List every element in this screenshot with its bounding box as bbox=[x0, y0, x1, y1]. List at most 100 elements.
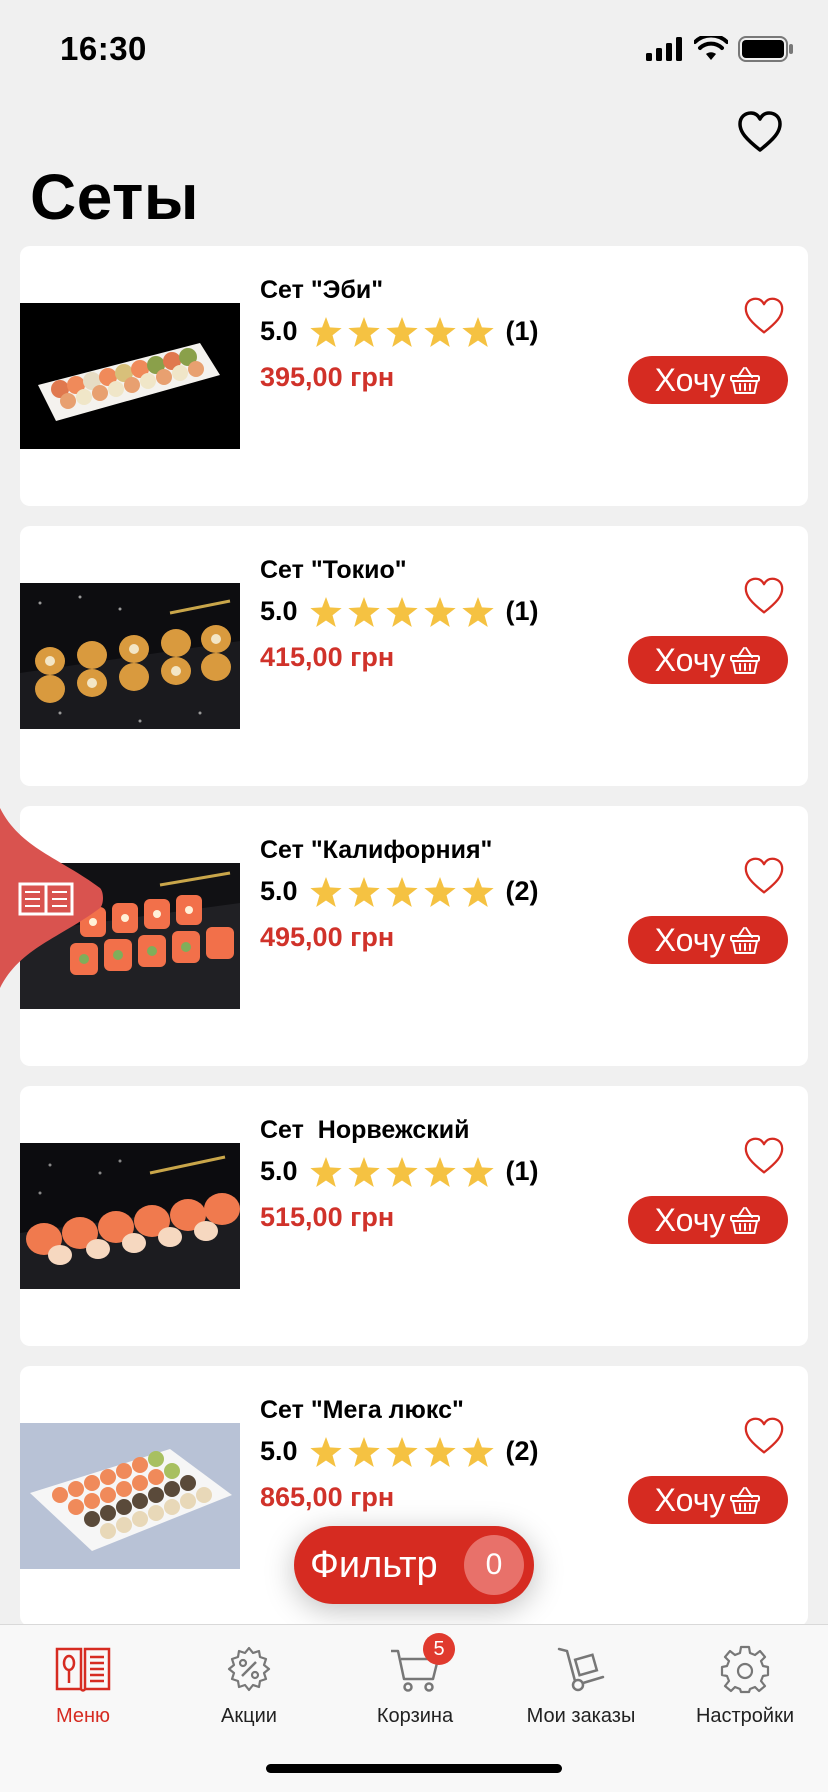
gear-icon bbox=[720, 1639, 770, 1699]
want-button[interactable]: Хочу bbox=[628, 916, 788, 964]
want-button-label: Хочу bbox=[654, 1201, 726, 1238]
tab-menu-label: Меню bbox=[55, 1705, 111, 1727]
status-bar: 16:30 bbox=[0, 0, 828, 100]
signal-icon bbox=[646, 37, 682, 61]
tab-settings-label: Настройки bbox=[695, 1705, 795, 1727]
product-price: 515,00 грн bbox=[260, 1202, 395, 1232]
rating-stars bbox=[309, 596, 494, 627]
rating-count: (2) bbox=[505, 876, 539, 906]
status-icons bbox=[646, 36, 794, 62]
star-icon bbox=[385, 1436, 418, 1467]
product-rating: 5.0 (1) bbox=[260, 316, 539, 347]
product-name[interactable]: Сет "Мега люкс" bbox=[260, 1396, 464, 1425]
filter-label: Фильтр bbox=[310, 1543, 438, 1586]
page-title: Сеты bbox=[30, 161, 199, 233]
star-icon bbox=[347, 316, 380, 347]
catalog-side-tab[interactable] bbox=[0, 808, 104, 988]
product-price: 865,00 грн bbox=[260, 1482, 395, 1512]
star-icon bbox=[309, 1436, 342, 1467]
heart-icon[interactable] bbox=[742, 296, 786, 336]
status-time: 16:30 bbox=[60, 30, 147, 67]
product-image[interactable] bbox=[20, 303, 240, 449]
rating-stars bbox=[309, 876, 494, 907]
star-icon bbox=[309, 1156, 342, 1187]
product-rating: 5.0 (2) bbox=[260, 1436, 539, 1467]
cart-icon: 5 bbox=[389, 1633, 455, 1699]
rating-count: (1) bbox=[505, 316, 539, 346]
product-card[interactable]: Сет Норвежский 5.0 (1) 515,00 грн Хочу bbox=[20, 1086, 808, 1346]
want-button[interactable]: Хочу bbox=[628, 1196, 788, 1244]
star-icon bbox=[385, 876, 418, 907]
product-name[interactable]: Сет Норвежский bbox=[260, 1116, 470, 1145]
rating-stars bbox=[309, 1156, 494, 1187]
product-name[interactable]: Сет "Калифорния" bbox=[260, 836, 492, 865]
rating-count: (1) bbox=[505, 1156, 539, 1186]
want-button[interactable]: Хочу bbox=[628, 636, 788, 684]
product-rating: 5.0 (1) bbox=[260, 1156, 539, 1187]
tab-settings[interactable]: Настройки bbox=[662, 1639, 828, 1728]
product-image[interactable] bbox=[20, 583, 240, 729]
star-icon bbox=[423, 876, 456, 907]
product-image[interactable] bbox=[20, 1423, 240, 1569]
home-indicator bbox=[266, 1764, 562, 1773]
rating-score: 5.0 bbox=[260, 1156, 298, 1186]
filter-count-badge: 0 bbox=[464, 1535, 524, 1595]
want-button-label: Хочу bbox=[654, 921, 726, 958]
rating-score: 5.0 bbox=[260, 596, 298, 626]
favorites-heart-icon[interactable] bbox=[736, 108, 784, 156]
rating-score: 5.0 bbox=[260, 316, 298, 346]
heart-icon[interactable] bbox=[742, 856, 786, 896]
star-icon bbox=[309, 316, 342, 347]
product-name[interactable]: Сет "Токио" bbox=[260, 556, 407, 585]
rating-stars bbox=[309, 316, 494, 347]
want-button-label: Хочу bbox=[654, 1481, 726, 1518]
want-button-label: Хочу bbox=[654, 641, 726, 678]
product-price: 495,00 грн bbox=[260, 922, 395, 952]
tab-my-orders[interactable]: Мои заказы bbox=[498, 1639, 664, 1728]
product-rating: 5.0 (1) bbox=[260, 596, 539, 627]
hand-truck-icon bbox=[555, 1639, 607, 1699]
tab-promotions[interactable]: Акции bbox=[166, 1639, 332, 1728]
product-card[interactable]: Сет "Калифорния" 5.0 (2) 495,00 грн Хочу bbox=[20, 806, 808, 1066]
product-card[interactable]: Сет "Эби" 5.0 (1) 395,00 грн Хочу bbox=[20, 246, 808, 506]
star-icon bbox=[461, 1436, 494, 1467]
product-name[interactable]: Сет "Эби" bbox=[260, 276, 383, 305]
filter-button[interactable]: Фильтр 0 bbox=[294, 1526, 534, 1604]
star-icon bbox=[423, 1436, 456, 1467]
basket-icon bbox=[730, 1207, 761, 1234]
product-card[interactable]: Сет "Токио" 5.0 (1) 415,00 грн Хочу bbox=[20, 526, 808, 786]
product-image[interactable] bbox=[20, 1143, 240, 1289]
heart-icon[interactable] bbox=[742, 1416, 786, 1456]
tab-my-orders-label: Мои заказы bbox=[526, 1705, 636, 1727]
product-price: 415,00 грн bbox=[260, 642, 395, 672]
star-icon bbox=[347, 596, 380, 627]
star-icon bbox=[309, 876, 342, 907]
star-icon bbox=[347, 1156, 380, 1187]
star-icon bbox=[309, 596, 342, 627]
rating-stars bbox=[309, 1436, 494, 1467]
star-icon bbox=[347, 1436, 380, 1467]
star-icon bbox=[461, 876, 494, 907]
basket-icon bbox=[730, 927, 761, 954]
want-button[interactable]: Хочу bbox=[628, 1476, 788, 1524]
product-price: 395,00 грн bbox=[260, 362, 395, 392]
star-icon bbox=[423, 1156, 456, 1187]
star-icon bbox=[423, 316, 456, 347]
heart-icon[interactable] bbox=[742, 1136, 786, 1176]
star-icon bbox=[461, 316, 494, 347]
star-icon bbox=[385, 596, 418, 627]
want-button[interactable]: Хочу bbox=[628, 356, 788, 404]
tab-promotions-label: Акции bbox=[221, 1705, 277, 1727]
rating-score: 5.0 bbox=[260, 1436, 298, 1466]
tab-cart[interactable]: 5 Корзина bbox=[332, 1633, 498, 1728]
basket-icon bbox=[730, 1487, 761, 1514]
basket-icon bbox=[730, 647, 761, 674]
battery-icon bbox=[738, 36, 793, 62]
tab-menu[interactable]: Меню bbox=[0, 1639, 166, 1728]
heart-icon[interactable] bbox=[742, 576, 786, 616]
star-icon bbox=[423, 596, 456, 627]
rating-count: (2) bbox=[505, 1436, 539, 1466]
rating-count: (1) bbox=[505, 596, 539, 626]
rating-score: 5.0 bbox=[260, 876, 298, 906]
star-icon bbox=[461, 596, 494, 627]
